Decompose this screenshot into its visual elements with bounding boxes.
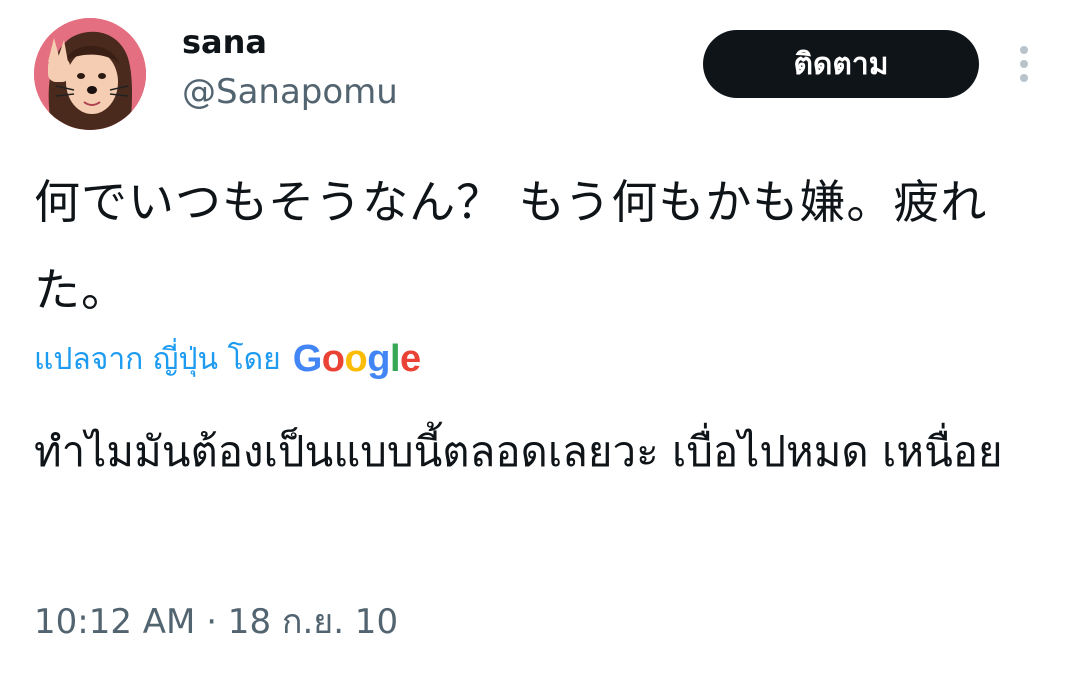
google-logo: Google (292, 338, 421, 380)
user-handle[interactable]: @Sanapomu (182, 70, 398, 114)
tweet-text: 何でいつもそうなん？ もう何もかも嫌。疲れた。 (34, 175, 988, 317)
tweet-card: sana @Sanapomu ติดตาม 何でいつもそうなん？ もう何もかも嫌… (0, 0, 1080, 681)
tweet-timestamp[interactable]: 10:12 AM · 18 ก.ย. 10 (34, 600, 398, 644)
translation-attribution: แปลจาก ญี่ปุ่น โดย Google (34, 336, 421, 382)
translate-link[interactable]: แปลจาก ญี่ปุ่น โดย (34, 336, 281, 383)
more-vertical-icon (1020, 46, 1028, 82)
avatar[interactable] (34, 18, 146, 130)
display-name[interactable]: sana (182, 22, 267, 62)
translated-text: ทำไมมันต้องเป็นแบบนี้ตลอดเลยวะ เบื่อไปหม… (34, 427, 1003, 476)
follow-button[interactable]: ติดตาม (703, 30, 979, 98)
avatar-image (34, 18, 146, 130)
more-options-button[interactable] (1008, 40, 1040, 88)
